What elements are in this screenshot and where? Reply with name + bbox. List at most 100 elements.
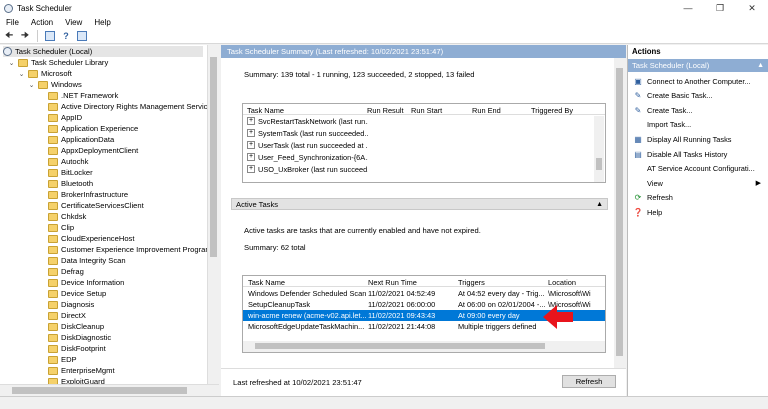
column-header[interactable]: Run End bbox=[472, 106, 501, 115]
collapse-caret-icon[interactable]: ▲ bbox=[757, 59, 764, 72]
refresh-button[interactable]: Refresh bbox=[562, 375, 616, 388]
tree-node-folder[interactable]: EnterpriseMgmt bbox=[48, 365, 115, 376]
tree-horizontal-scrollbar[interactable] bbox=[0, 384, 219, 396]
folder-icon bbox=[48, 201, 58, 210]
last-refreshed-text: Last refreshed at 10/02/2021 23:51:47 bbox=[233, 378, 362, 387]
maximize-button[interactable]: ❐ bbox=[704, 0, 736, 16]
tree-node-folder[interactable]: BitLocker bbox=[48, 167, 93, 178]
tree-node-folder[interactable]: Customer Experience Improvement Program bbox=[48, 244, 212, 255]
tree-node-folder[interactable]: EDP bbox=[48, 354, 77, 365]
tree-node-folder[interactable]: Clip bbox=[48, 222, 74, 233]
column-header[interactable]: Triggered By bbox=[531, 106, 573, 115]
back-arrow-icon[interactable]: 🠈 bbox=[3, 30, 15, 42]
actions-section-header[interactable]: Task Scheduler (Local) ▲ bbox=[628, 59, 768, 72]
tree-node-folder[interactable]: CloudExperienceHost bbox=[48, 233, 134, 244]
tree-node-folder[interactable]: Defrag bbox=[48, 266, 84, 277]
tree-node-windows[interactable]: ⌄ Windows bbox=[28, 79, 82, 90]
action-help[interactable]: ❓ Help bbox=[628, 205, 768, 219]
tree-node-folder[interactable]: DiskFootprint bbox=[48, 343, 106, 354]
tree-node-label: Bluetooth bbox=[61, 179, 94, 188]
table-row[interactable]: + SvcRestartTaskNetwork (last run... bbox=[245, 116, 590, 127]
expand-icon[interactable]: + bbox=[247, 165, 255, 173]
tree-node-microsoft[interactable]: ⌄ Microsoft bbox=[18, 68, 72, 79]
toolbar-separator bbox=[37, 29, 38, 42]
table-row[interactable]: + SystemTask (last run succeeded... bbox=[245, 128, 590, 139]
action-create-basic-task[interactable]: ✎ Create Basic Task... bbox=[628, 89, 768, 103]
help-icon[interactable]: ? bbox=[60, 30, 72, 42]
folder-icon bbox=[18, 58, 28, 67]
folder-icon bbox=[48, 245, 58, 254]
tree-node-folder[interactable]: BrokerInfrastructure bbox=[48, 189, 128, 200]
tree-node-folder[interactable]: AppID bbox=[48, 112, 82, 123]
close-button[interactable]: ✕ bbox=[736, 0, 768, 16]
status-table-scrollbar[interactable] bbox=[594, 116, 604, 182]
action-import-task[interactable]: Import Task... bbox=[628, 118, 768, 132]
tree-node-folder[interactable]: Device Information bbox=[48, 277, 124, 288]
create-task-icon: ✎ bbox=[634, 105, 642, 115]
action-disable-all-tasks-history[interactable]: ▤ Disable All Tasks History bbox=[628, 147, 768, 161]
tree-node-folder[interactable]: DiskDiagnostic bbox=[48, 332, 111, 343]
chevron-down-icon[interactable]: ⌄ bbox=[28, 81, 35, 89]
action-view[interactable]: View ▶ bbox=[628, 176, 768, 190]
table-row[interactable]: Windows Defender Scheduled Scan 11/02/202… bbox=[243, 288, 605, 299]
tree-node-folder[interactable]: Application Experience bbox=[48, 123, 138, 134]
tree-node-root[interactable]: Task Scheduler (Local) bbox=[3, 46, 203, 57]
menu-action[interactable]: Action bbox=[25, 18, 59, 27]
table-row[interactable]: + UserTask (last run succeeded at ... bbox=[245, 140, 590, 151]
expand-icon[interactable]: + bbox=[247, 117, 255, 125]
expand-icon[interactable]: + bbox=[247, 129, 255, 137]
column-header[interactable]: Location bbox=[548, 278, 576, 287]
column-header[interactable]: Run Result bbox=[367, 106, 404, 115]
action-display-all-running-tasks[interactable]: ▦ Display All Running Tasks bbox=[628, 132, 768, 146]
folder-icon bbox=[48, 179, 58, 188]
expand-icon[interactable]: + bbox=[247, 141, 255, 149]
menu-help[interactable]: Help bbox=[88, 18, 116, 27]
center-vertical-scrollbar[interactable] bbox=[614, 58, 626, 368]
folder-icon bbox=[48, 113, 58, 122]
show-hide-action-pane-icon[interactable] bbox=[76, 30, 88, 42]
chevron-down-icon[interactable]: ⌄ bbox=[8, 59, 15, 67]
expand-icon[interactable]: + bbox=[247, 153, 255, 161]
tree-node-folder[interactable]: .NET Framework bbox=[48, 90, 118, 101]
tree-node-folder[interactable]: Autochk bbox=[48, 156, 88, 167]
forward-arrow-icon[interactable]: 🠊 bbox=[19, 30, 31, 42]
column-header[interactable]: Run Start bbox=[411, 106, 442, 115]
column-header[interactable]: Task Name bbox=[247, 106, 284, 115]
tree-node-label: CloudExperienceHost bbox=[61, 234, 135, 243]
active-tasks-description: Active tasks are tasks that are currentl… bbox=[244, 226, 481, 235]
column-header[interactable]: Next Run Time bbox=[368, 278, 417, 287]
column-header[interactable]: Triggers bbox=[458, 278, 485, 287]
action-at-service-account-configurati[interactable]: AT Service Account Configurati... bbox=[628, 162, 768, 176]
tree-node-folder[interactable]: CertificateServicesClient bbox=[48, 200, 144, 211]
tree-node-folder[interactable]: ApplicationData bbox=[48, 134, 114, 145]
menu-file[interactable]: File bbox=[0, 18, 25, 27]
action-refresh[interactable]: ⟳ Refresh bbox=[628, 191, 768, 205]
tree-node-folder[interactable]: Bluetooth bbox=[48, 178, 93, 189]
active-tasks-section-header[interactable]: Active Tasks ▲ bbox=[231, 198, 608, 210]
tree-node-folder[interactable]: DiskCleanup bbox=[48, 321, 104, 332]
tree-node-folder[interactable]: DirectX bbox=[48, 310, 86, 321]
tree-node-folder[interactable]: AppxDeploymentClient bbox=[48, 145, 138, 156]
action-connect-to-another-computer[interactable]: ▣ Connect to Another Computer... bbox=[628, 74, 768, 88]
action-create-task[interactable]: ✎ Create Task... bbox=[628, 103, 768, 117]
tree-node-folder[interactable]: Device Setup bbox=[48, 288, 106, 299]
table-row[interactable]: + USO_UxBroker (last run succeed... bbox=[245, 164, 590, 175]
column-header[interactable]: Task Name bbox=[248, 278, 285, 287]
collapse-caret-icon[interactable]: ▲ bbox=[596, 199, 603, 210]
task-trigger-cell: At 09:00 every day bbox=[458, 311, 520, 320]
tree-node-folder[interactable]: Chkdsk bbox=[48, 211, 86, 222]
folder-icon bbox=[48, 157, 58, 166]
show-hide-tree-icon[interactable] bbox=[44, 30, 56, 42]
chevron-down-icon[interactable]: ⌄ bbox=[18, 70, 25, 78]
tree-node-library[interactable]: ⌄ Task Scheduler Library bbox=[8, 57, 109, 68]
center-footer: Last refreshed at 10/02/2021 23:51:47 Re… bbox=[221, 368, 626, 396]
table-row[interactable]: + User_Feed_Synchronization-{6A... bbox=[245, 152, 590, 163]
active-tasks-horizontal-scrollbar[interactable] bbox=[243, 341, 605, 352]
tree-node-folder[interactable]: Active Directory Rights Management Servi… bbox=[48, 101, 218, 112]
menu-view[interactable]: View bbox=[59, 18, 88, 27]
tree-node-folder[interactable]: Data Integrity Scan bbox=[48, 255, 126, 266]
tree-node-folder[interactable]: Diagnosis bbox=[48, 299, 94, 310]
tree-vertical-scrollbar[interactable] bbox=[207, 45, 219, 384]
folder-icon bbox=[48, 91, 58, 100]
minimize-button[interactable]: — bbox=[672, 0, 704, 16]
